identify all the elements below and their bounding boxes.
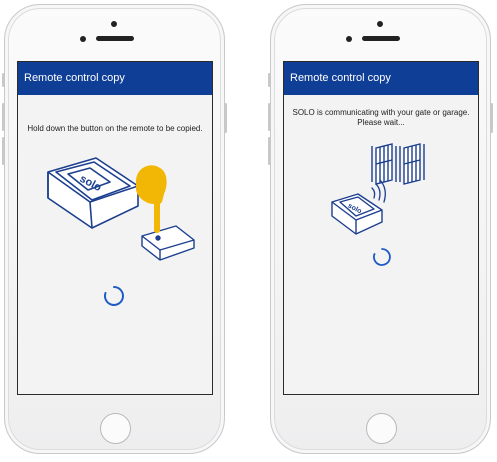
home-button[interactable] xyxy=(366,413,397,444)
loading-spinner-icon xyxy=(104,286,124,306)
solo-device-icon: solo xyxy=(331,193,383,235)
proximity-sensor xyxy=(80,36,86,42)
power-button xyxy=(490,103,493,133)
phone-frame-right: Remote control copy SOLO is communicatin… xyxy=(268,4,493,454)
volume-down-button xyxy=(268,137,271,165)
phone-frame-left: Remote control copy Hold down the button… xyxy=(2,4,227,454)
header-bar: Remote control copy xyxy=(18,62,212,95)
earpiece-speaker xyxy=(362,36,400,41)
volume-up-button xyxy=(268,103,271,131)
header-bar: Remote control copy xyxy=(284,62,478,95)
app-screen-communicating: Remote control copy SOLO is communicatin… xyxy=(283,61,479,395)
header-title: Remote control copy xyxy=(24,72,125,84)
power-button xyxy=(224,103,227,133)
loading-spinner-icon xyxy=(373,248,391,266)
status-text: SOLO is communicating with your gate or … xyxy=(292,108,470,127)
volume-down-button xyxy=(2,137,5,165)
app-screen-hold-button: Remote control copy Hold down the button… xyxy=(17,61,213,395)
finger-press-icon xyxy=(136,165,167,233)
mute-switch xyxy=(268,73,271,87)
earpiece-speaker xyxy=(96,36,134,41)
volume-up-button xyxy=(2,103,5,131)
front-camera xyxy=(111,21,117,27)
proximity-sensor xyxy=(346,36,352,42)
instruction-text: Hold down the button on the remote to be… xyxy=(27,124,203,133)
header-title: Remote control copy xyxy=(290,72,391,84)
mute-switch xyxy=(2,73,5,87)
front-camera xyxy=(377,21,383,27)
home-button[interactable] xyxy=(100,413,131,444)
